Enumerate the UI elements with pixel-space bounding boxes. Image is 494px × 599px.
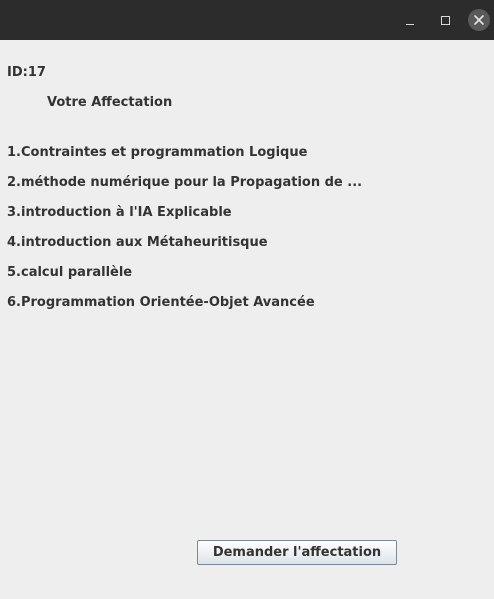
maximize-icon[interactable]: [434, 9, 456, 31]
id-label: ID:17: [7, 65, 46, 80]
course-item-5: 5.calcul parallèle: [7, 265, 133, 280]
course-item-1: 1.Contraintes et programmation Logique: [7, 145, 308, 160]
main-panel: ID:17 Votre Affectation 1.Contraintes et…: [0, 40, 494, 599]
page-title: Votre Affectation: [47, 95, 173, 110]
close-icon[interactable]: [468, 9, 490, 31]
course-item-3: 3.introduction à l'IA Explicable: [7, 205, 232, 220]
course-item-6: 6.Programmation Orientée-Objet Avancée: [7, 295, 315, 310]
minimize-icon[interactable]: [399, 9, 421, 31]
course-item-2: 2.méthode numérique pour la Propagation …: [7, 175, 363, 190]
course-item-4: 4.introduction aux Métaheuritisque: [7, 235, 268, 250]
title-bar[interactable]: [0, 0, 494, 40]
request-assignment-button[interactable]: Demander l'affectation: [197, 540, 397, 565]
